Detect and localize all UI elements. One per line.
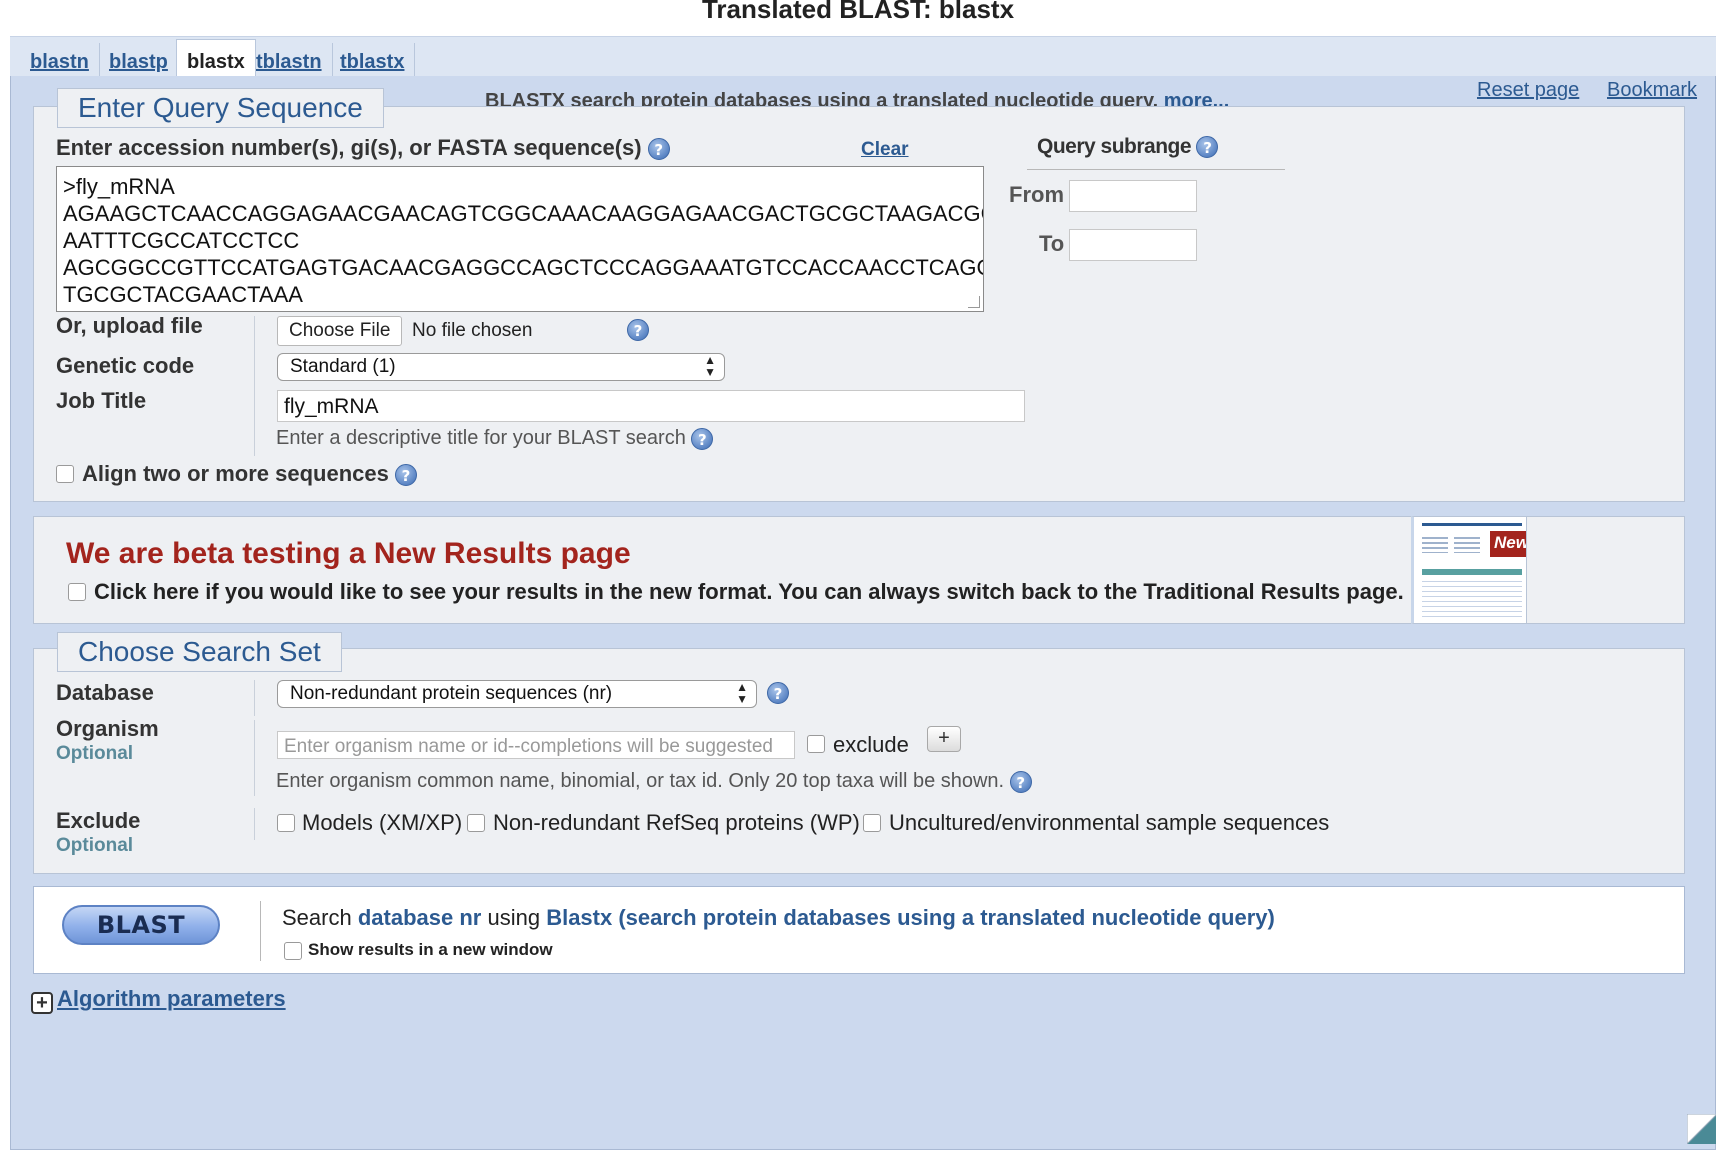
- field-separator: [254, 808, 255, 840]
- preview-block: [1454, 537, 1480, 553]
- new-results-preview-image[interactable]: New: [1411, 516, 1527, 624]
- new-badge: New: [1490, 531, 1526, 557]
- clear-link[interactable]: Clear: [861, 139, 909, 161]
- query-sequence-textarea[interactable]: >fly_mRNA AGAAGCTCAACCAGGAGAACGAACAGTCGG…: [56, 166, 984, 312]
- to-label: To: [1039, 231, 1065, 256]
- exclude-models-label: Models (XM/XP): [302, 810, 463, 835]
- genetic-code-select[interactable]: Standard (1) ▲ ▼: [277, 353, 725, 381]
- upload-help: ?: [627, 319, 649, 341]
- choose-file-button[interactable]: Choose File: [277, 316, 403, 346]
- database-summary: database nr: [357, 905, 482, 930]
- database-label: Database: [56, 680, 154, 705]
- no-file-chosen-text: No file chosen: [412, 320, 533, 341]
- submit-panel: BLAST Search database nr using Blastx (s…: [33, 886, 1685, 974]
- subrange-divider: [1027, 169, 1285, 170]
- subrange-to-input[interactable]: [1069, 229, 1197, 261]
- resize-grip-icon[interactable]: [968, 296, 980, 308]
- align-sequences-text: Align two or more sequences: [82, 461, 389, 486]
- exclude-uncultured-checkbox[interactable]: [863, 814, 881, 832]
- align-sequences-label: Align two or more sequences ?: [82, 461, 417, 487]
- organism-hint: Enter organism common name, binomial, or…: [276, 770, 1032, 793]
- bookmark-link[interactable]: Bookmark: [1607, 79, 1697, 102]
- tab-blastx[interactable]: blastx: [176, 39, 256, 78]
- new-window-checkbox[interactable]: [284, 942, 302, 960]
- field-separator: [254, 680, 255, 716]
- query-subrange-label: Query subrange ?: [1037, 135, 1219, 159]
- job-title-hint-text: Enter a descriptive title for your BLAST…: [276, 427, 686, 449]
- job-title-label: Job Title: [56, 388, 147, 413]
- new-results-checkbox[interactable]: [68, 583, 86, 601]
- subrange-from-input[interactable]: [1069, 180, 1197, 212]
- exclude-refseq-checkbox[interactable]: [467, 814, 485, 832]
- select-arrows-icon: ▲ ▼: [704, 353, 716, 379]
- help-icon[interactable]: ?: [627, 319, 649, 341]
- tab-blastn[interactable]: blastn: [20, 43, 100, 77]
- blast-submit-button[interactable]: BLAST: [62, 905, 220, 945]
- organism-label: Organism: [56, 716, 159, 741]
- using-text: using: [487, 905, 541, 930]
- query-sequence-legend: Enter Query Sequence: [57, 88, 384, 128]
- organism-optional-label: Optional: [56, 743, 134, 764]
- tab-tblastx[interactable]: tblastx: [330, 43, 416, 77]
- field-separator: [254, 316, 255, 456]
- preview-block: [1422, 537, 1448, 553]
- genetic-code-value: Standard (1): [290, 356, 396, 377]
- job-title-input[interactable]: fly_mRNA: [277, 390, 1025, 422]
- exclude-uncultured-label: Uncultured/environmental sample sequence…: [889, 810, 1330, 835]
- help-icon[interactable]: ?: [647, 138, 670, 161]
- expand-plus-icon[interactable]: +: [31, 992, 53, 1014]
- organism-exclude-label: exclude: [833, 732, 909, 757]
- tab-tblastn[interactable]: tblastn: [246, 43, 333, 77]
- genetic-code-label: Genetic code: [56, 353, 195, 378]
- search-prefix: Search: [282, 905, 352, 930]
- sequence-input-label: Enter accession number(s), gi(s), or FAS…: [56, 135, 670, 161]
- preview-line: [1422, 523, 1522, 526]
- program-summary: Blastx (search protein databases using a…: [546, 905, 1275, 930]
- exclude-label: Exclude: [56, 808, 141, 833]
- select-arrows-icon: ▲ ▼: [736, 680, 748, 706]
- reset-page-link[interactable]: Reset page: [1477, 79, 1579, 102]
- add-organism-button[interactable]: +: [927, 726, 961, 752]
- tab-blastp[interactable]: blastp: [99, 43, 179, 77]
- exclude-models-checkbox[interactable]: [277, 814, 295, 832]
- help-icon[interactable]: ?: [691, 427, 714, 450]
- from-label: From: [1009, 182, 1064, 207]
- beta-description: Click here if you would like to see your…: [94, 579, 1404, 604]
- organism-exclude-checkbox[interactable]: [807, 735, 825, 753]
- align-sequences-checkbox[interactable]: [56, 465, 74, 483]
- help-icon[interactable]: ?: [1009, 770, 1032, 793]
- beta-title: We are beta testing a New Results page: [66, 537, 631, 570]
- search-summary: Search database nr using Blastx (search …: [282, 905, 1275, 931]
- submit-separator: [260, 901, 261, 961]
- field-separator: [254, 720, 255, 796]
- search-set-legend: Choose Search Set: [57, 632, 342, 672]
- exclude-refseq-label: Non-redundant RefSeq proteins (WP): [493, 810, 860, 835]
- new-window-label: Show results in a new window: [308, 940, 553, 959]
- query-subrange-text: Query subrange: [1037, 135, 1192, 158]
- organism-input[interactable]: Enter organism name or id--completions w…: [277, 731, 795, 759]
- organism-hint-text: Enter organism common name, binomial, or…: [276, 770, 1005, 792]
- preview-teal-bar: [1422, 569, 1522, 575]
- job-title-hint: Enter a descriptive title for your BLAST…: [276, 427, 714, 450]
- preview-rows: [1422, 581, 1522, 617]
- sequence-input-label-text: Enter accession number(s), gi(s), or FAS…: [56, 135, 642, 160]
- main-form-area: BLASTX search protein databases using a …: [10, 76, 1716, 1150]
- help-icon[interactable]: ?: [767, 682, 789, 704]
- upload-file-label: Or, upload file: [56, 313, 203, 338]
- exclude-optional-label: Optional: [56, 835, 134, 856]
- program-tab-bar: blastn blastp blastx tblastn tblastx: [10, 36, 1716, 78]
- database-value: Non-redundant protein sequences (nr): [290, 683, 613, 704]
- database-help: ?: [767, 682, 789, 704]
- corner-fold-icon: [1687, 1114, 1716, 1144]
- algorithm-parameters-link[interactable]: Algorithm parameters: [57, 986, 286, 1011]
- page-title: Translated BLAST: blastx: [701, 0, 1015, 24]
- help-icon[interactable]: ?: [1196, 136, 1219, 159]
- algorithm-parameters-toggle[interactable]: + Algorithm parameters: [31, 986, 286, 1014]
- help-icon[interactable]: ?: [394, 464, 417, 487]
- database-select[interactable]: Non-redundant protein sequences (nr) ▲ ▼: [277, 680, 757, 708]
